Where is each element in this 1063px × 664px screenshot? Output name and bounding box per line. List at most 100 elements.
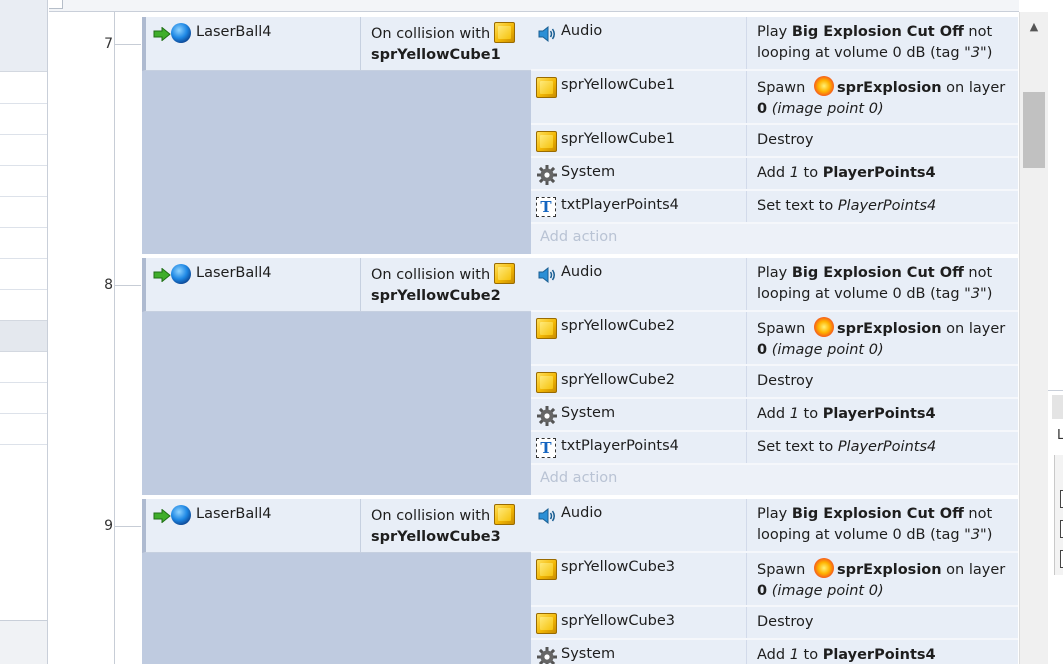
green-arrow-icon bbox=[153, 26, 171, 42]
scrollbar-thumb[interactable] bbox=[1023, 92, 1045, 168]
action-row[interactable]: System Add 1 to PlayerPoints4 bbox=[531, 640, 1018, 664]
action-description[interactable]: Play Big Explosion Cut Off not looping a… bbox=[747, 17, 1018, 69]
action-object-name: sprYellowCube2 bbox=[561, 318, 676, 334]
action-description[interactable]: Play Big Explosion Cut Off not looping a… bbox=[747, 499, 1018, 551]
event-block[interactable]: LaserBall4 On collision with sprYellowCube… bbox=[142, 17, 1018, 254]
left-panel-footer bbox=[0, 620, 47, 664]
left-panel bbox=[0, 0, 48, 664]
action-description[interactable]: Spawn sprExplosion on layer 0 (image poi… bbox=[747, 71, 1018, 123]
action-object[interactable]: sprYellowCube1 bbox=[531, 125, 747, 156]
action-object[interactable]: TtxtPlayerPoints4 bbox=[531, 191, 747, 222]
yellow-cube-icon bbox=[494, 263, 516, 284]
left-panel-selected-row[interactable] bbox=[0, 320, 47, 352]
action-row[interactable]: Audio Play Big Explosion Cut Off not loop… bbox=[531, 17, 1018, 71]
condition-target: sprYellowCube3 bbox=[371, 529, 501, 545]
vertical-scrollbar[interactable]: ▲ bbox=[1019, 12, 1048, 664]
action-description[interactable]: Set text to PlayerPoints4 bbox=[747, 191, 1018, 222]
condition-area-fill bbox=[142, 312, 531, 495]
left-panel-row-divider bbox=[0, 196, 47, 197]
action-description[interactable]: Spawn sprExplosion on layer 0 (image poi… bbox=[747, 553, 1018, 605]
left-panel-header bbox=[0, 0, 47, 72]
action-description[interactable]: Destroy bbox=[747, 125, 1018, 156]
action-object-name: System bbox=[561, 164, 616, 180]
action-description[interactable]: Add 1 to PlayerPoints4 bbox=[747, 640, 1018, 664]
action-row[interactable]: sprYellowCube2 Spawn sprExplosion on laye… bbox=[531, 312, 1018, 366]
action-object[interactable]: TtxtPlayerPoints4 bbox=[531, 432, 747, 463]
action-object[interactable]: System bbox=[531, 158, 747, 189]
audio-icon bbox=[536, 505, 558, 527]
action-row[interactable]: sprYellowCube2 Destroy bbox=[531, 366, 1018, 399]
left-panel-row-divider bbox=[0, 382, 47, 383]
left-panel-row-divider bbox=[0, 103, 47, 104]
condition-object[interactable]: LaserBall4 bbox=[150, 17, 361, 70]
condition-description[interactable]: On collision with sprYellowCube3 bbox=[363, 499, 533, 552]
left-panel-row-divider bbox=[0, 165, 47, 166]
yellow-cube-icon bbox=[536, 613, 557, 634]
gear-icon bbox=[536, 405, 558, 427]
action-row[interactable]: System Add 1 to PlayerPoints4 bbox=[531, 399, 1018, 432]
condition-row[interactable]: LaserBall4 On collision with sprYellowCube… bbox=[142, 258, 531, 312]
event-sheet[interactable]: 7 LaserBall4 On collision with sprYellowCub… bbox=[49, 0, 1019, 664]
action-object[interactable]: sprYellowCube1 bbox=[531, 71, 747, 123]
action-row[interactable]: Audio Play Big Explosion Cut Off not loop… bbox=[531, 499, 1018, 553]
text-object-icon: T bbox=[536, 197, 556, 217]
gear-icon bbox=[536, 646, 558, 664]
add-action-link[interactable]: Add action bbox=[531, 224, 1018, 254]
action-description[interactable]: Destroy bbox=[747, 366, 1018, 397]
right-panel-tab[interactable] bbox=[1052, 395, 1063, 419]
action-object-name: txtPlayerPoints4 bbox=[561, 438, 679, 454]
action-object[interactable]: System bbox=[531, 399, 747, 430]
event-number: 8 bbox=[104, 277, 113, 293]
action-object[interactable]: sprYellowCube3 bbox=[531, 607, 747, 638]
action-object-name: Audio bbox=[561, 505, 603, 521]
condition-description[interactable]: On collision with sprYellowCube1 bbox=[363, 17, 533, 70]
right-panel-top bbox=[1048, 0, 1063, 390]
action-object[interactable]: sprYellowCube2 bbox=[531, 366, 747, 397]
left-panel-row-divider bbox=[0, 444, 47, 445]
right-panel-label: L bbox=[1057, 428, 1063, 443]
action-object[interactable]: Audio bbox=[531, 258, 747, 310]
condition-row[interactable]: LaserBall4 On collision with sprYellowCube… bbox=[142, 17, 531, 71]
left-panel-row-divider bbox=[0, 413, 47, 414]
action-object-name: sprYellowCube3 bbox=[561, 559, 676, 575]
action-description[interactable]: Play Big Explosion Cut Off not looping a… bbox=[747, 258, 1018, 310]
laser-ball-icon bbox=[171, 264, 191, 284]
action-object[interactable]: sprYellowCube2 bbox=[531, 312, 747, 364]
action-object[interactable]: Audio bbox=[531, 17, 747, 69]
sheet-tab-strip bbox=[49, 0, 1019, 12]
event-block[interactable]: LaserBall4 On collision with sprYellowCube… bbox=[142, 258, 1018, 495]
condition-object[interactable]: LaserBall4 bbox=[150, 258, 361, 311]
action-description[interactable]: Destroy bbox=[747, 607, 1018, 638]
action-row[interactable]: TtxtPlayerPoints4 Set text to PlayerPoint… bbox=[531, 191, 1018, 224]
action-row[interactable]: sprYellowCube3 Destroy bbox=[531, 607, 1018, 640]
action-description[interactable]: Add 1 to PlayerPoints4 bbox=[747, 158, 1018, 189]
action-object[interactable]: System bbox=[531, 640, 747, 664]
event-gutter-tick bbox=[115, 285, 141, 286]
action-row[interactable]: TtxtPlayerPoints4 Set text to PlayerPoint… bbox=[531, 432, 1018, 465]
action-row[interactable]: sprYellowCube1 Spawn sprExplosion on laye… bbox=[531, 71, 1018, 125]
action-object-name: sprYellowCube2 bbox=[561, 372, 676, 388]
action-row[interactable]: Audio Play Big Explosion Cut Off not loop… bbox=[531, 258, 1018, 312]
condition-object[interactable]: LaserBall4 bbox=[150, 499, 361, 552]
action-object[interactable]: sprYellowCube3 bbox=[531, 553, 747, 605]
right-panel: L bbox=[1048, 0, 1063, 664]
action-description[interactable]: Add 1 to PlayerPoints4 bbox=[747, 399, 1018, 430]
condition-object-name: LaserBall4 bbox=[196, 24, 272, 40]
event-number: 7 bbox=[104, 36, 113, 52]
action-row[interactable]: sprYellowCube1 Destroy bbox=[531, 125, 1018, 158]
action-object-name: Audio bbox=[561, 23, 603, 39]
action-row[interactable]: System Add 1 to PlayerPoints4 bbox=[531, 158, 1018, 191]
explosion-icon bbox=[813, 317, 834, 337]
event-block[interactable]: LaserBall4 On collision with sprYellowCube… bbox=[142, 499, 1018, 664]
action-row[interactable]: sprYellowCube3 Spawn sprExplosion on laye… bbox=[531, 553, 1018, 607]
action-object[interactable]: Audio bbox=[531, 499, 747, 551]
condition-object-name: LaserBall4 bbox=[196, 506, 272, 522]
action-description[interactable]: Set text to PlayerPoints4 bbox=[747, 432, 1018, 463]
yellow-cube-icon bbox=[536, 372, 557, 393]
add-action-link[interactable]: Add action bbox=[531, 465, 1018, 495]
condition-description[interactable]: On collision with sprYellowCube2 bbox=[363, 258, 533, 311]
audio-icon bbox=[536, 23, 558, 45]
condition-row[interactable]: LaserBall4 On collision with sprYellowCube… bbox=[142, 499, 531, 553]
action-description[interactable]: Spawn sprExplosion on layer 0 (image poi… bbox=[747, 312, 1018, 364]
scroll-up-arrow-icon[interactable]: ▲ bbox=[1020, 12, 1048, 42]
